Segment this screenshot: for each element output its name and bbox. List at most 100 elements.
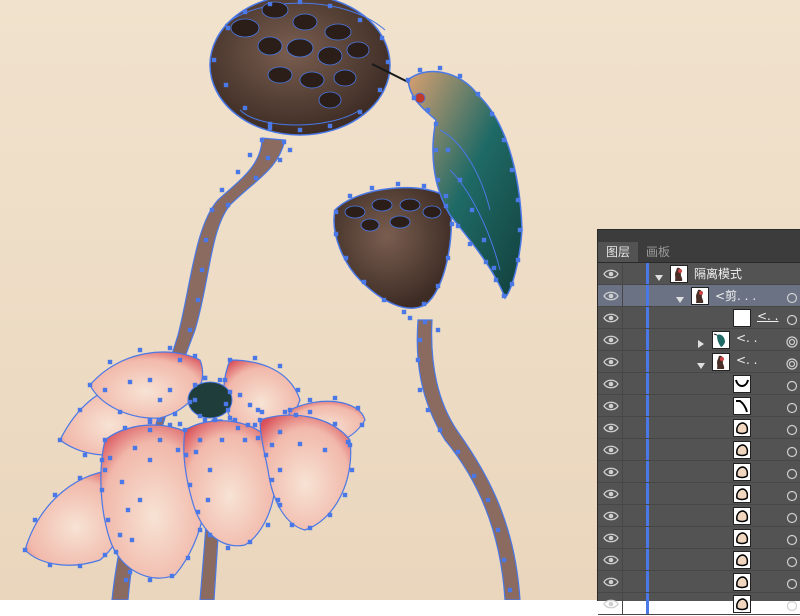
anchor-point (495, 527, 501, 533)
visibility-eye-icon[interactable] (603, 398, 619, 412)
anchor-point (147, 577, 153, 583)
target-circle-icon[interactable] (786, 509, 798, 524)
anchor-point (443, 193, 449, 199)
layer-row[interactable] (598, 439, 800, 461)
layer-row[interactable] (598, 483, 800, 505)
layer-row[interactable] (598, 373, 800, 395)
layer-row[interactable] (598, 395, 800, 417)
anchor-point (385, 59, 391, 65)
visibility-eye-icon[interactable] (603, 288, 619, 302)
collapse-triangle-icon[interactable] (675, 290, 685, 303)
anchor-point (167, 387, 173, 393)
anchor-point (265, 155, 271, 161)
layer-row[interactable] (598, 461, 800, 483)
target-circle-icon[interactable] (786, 487, 798, 502)
lock-toggle[interactable] (622, 395, 623, 416)
target-circle-icon[interactable] (786, 377, 798, 392)
visibility-eye-icon[interactable] (603, 420, 619, 434)
lock-toggle[interactable] (622, 307, 623, 328)
expand-triangle-icon[interactable] (696, 334, 706, 348)
anchor-point (333, 231, 339, 237)
target-circle-icon[interactable] (786, 575, 798, 590)
visibility-eye-icon[interactable] (603, 596, 619, 610)
lock-toggle[interactable] (622, 373, 623, 394)
seed-pod-top[interactable] (209, 0, 391, 136)
visibility-eye-icon[interactable] (603, 332, 619, 346)
layer-row[interactable]: 隔离模式 (598, 263, 800, 285)
layer-thumbnail (733, 551, 751, 569)
collapse-triangle-icon[interactable] (654, 268, 664, 281)
layer-row[interactable] (598, 593, 800, 615)
target-circle-icon[interactable] (786, 289, 798, 304)
visibility-eye-icon[interactable] (603, 574, 619, 588)
anchor-point (307, 525, 313, 531)
lock-toggle[interactable] (622, 439, 623, 460)
lock-toggle[interactable] (622, 263, 623, 284)
target-circle-icon[interactable] (786, 553, 798, 568)
lock-toggle[interactable] (622, 483, 623, 504)
layer-thumbnail (733, 529, 751, 547)
layer-row[interactable] (598, 505, 800, 527)
tab-layers[interactable]: 图层 (598, 242, 639, 262)
anchor-point (219, 437, 225, 443)
anchor-point (347, 193, 353, 199)
visibility-eye-icon[interactable] (603, 530, 619, 544)
layer-row[interactable]: <. . (598, 329, 800, 351)
target-circle-icon[interactable] (786, 333, 798, 348)
target-circle-icon[interactable] (786, 443, 798, 458)
lock-toggle[interactable] (622, 571, 623, 592)
lock-toggle[interactable] (622, 285, 623, 306)
visibility-eye-icon[interactable] (603, 376, 619, 390)
layer-row[interactable] (598, 549, 800, 571)
layer-thumbnail (733, 463, 751, 481)
layer-row[interactable]: <. . (598, 351, 800, 373)
layer-thumbnail (733, 397, 751, 415)
layer-row[interactable]: <. . (598, 307, 800, 329)
anchor-point (369, 185, 375, 191)
target-circle-icon[interactable] (786, 465, 798, 480)
visibility-eye-icon[interactable] (603, 464, 619, 478)
visibility-eye-icon[interactable] (603, 442, 619, 456)
layer-row[interactable] (598, 571, 800, 593)
anchor-point (457, 177, 463, 183)
layer-row[interactable] (598, 527, 800, 549)
lock-toggle[interactable] (622, 505, 623, 526)
target-circle-icon[interactable] (786, 421, 798, 436)
lock-toggle[interactable] (622, 417, 623, 438)
anchor-point (197, 437, 203, 443)
layer-row[interactable]: <剪. . . (598, 285, 800, 307)
visibility-eye-icon[interactable] (603, 310, 619, 324)
layer-thumbnail (691, 287, 709, 305)
anchor-point (99, 487, 105, 493)
anchor-point (501, 137, 507, 143)
visibility-eye-icon[interactable] (603, 354, 619, 368)
target-circle-icon[interactable] (786, 597, 798, 612)
visibility-eye-icon[interactable] (603, 552, 619, 566)
lock-toggle[interactable] (622, 329, 623, 350)
target-circle-icon[interactable] (786, 355, 798, 370)
visibility-eye-icon[interactable] (603, 486, 619, 500)
lock-toggle[interactable] (622, 461, 623, 482)
anchor-point (195, 509, 201, 515)
anchor-point (102, 467, 108, 473)
anchor-point (445, 147, 451, 153)
target-circle-icon[interactable] (786, 399, 798, 414)
tab-artboards[interactable]: 画板 (638, 242, 678, 262)
lock-toggle[interactable] (622, 593, 623, 614)
lock-toggle[interactable] (622, 351, 623, 372)
anchor-point (137, 347, 143, 353)
layer-row[interactable] (598, 417, 800, 439)
target-circle-icon[interactable] (786, 531, 798, 546)
lock-toggle[interactable] (622, 527, 623, 548)
anchor-point (425, 107, 431, 113)
layer-name: <. . (757, 309, 779, 323)
anchor-point (107, 359, 113, 365)
anchor-point (182, 427, 188, 433)
collapse-triangle-icon[interactable] (696, 356, 706, 369)
visibility-eye-icon[interactable] (603, 266, 619, 280)
lock-toggle[interactable] (622, 549, 623, 570)
layer-color-bar (646, 417, 649, 438)
visibility-eye-icon[interactable] (603, 508, 619, 522)
target-circle-icon[interactable] (786, 311, 798, 326)
anchor-point (225, 407, 231, 413)
